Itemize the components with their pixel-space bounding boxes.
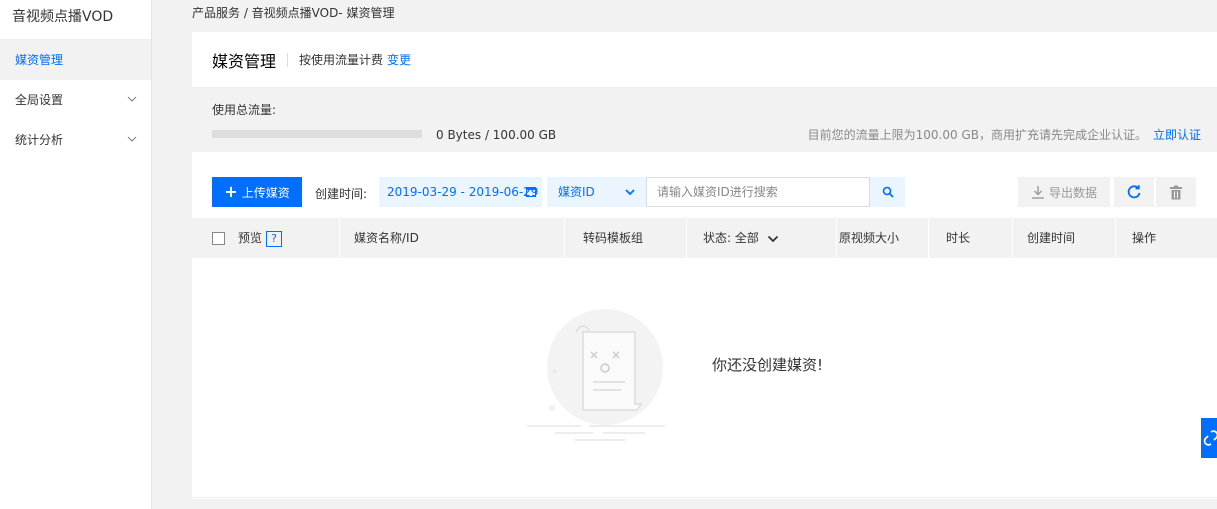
billing-change-link[interactable]: 变更 bbox=[387, 51, 411, 68]
date-filter-label: 创建时间: bbox=[315, 187, 368, 201]
usage-section: 使用总流量: 0 Bytes / 100.00 GB 目前您的流量上限为100.… bbox=[192, 88, 1217, 152]
column-status-filter[interactable]: 状态: 全部 bbox=[687, 218, 837, 258]
trash-icon bbox=[1170, 185, 1182, 199]
divider bbox=[192, 497, 1217, 498]
chevron-down-icon bbox=[127, 96, 137, 102]
column-preview-label: 预览? bbox=[238, 218, 283, 258]
usage-label: 使用总流量: bbox=[212, 103, 277, 117]
search-field-select[interactable]: 媒资ID bbox=[547, 177, 646, 207]
search-icon bbox=[882, 186, 894, 198]
sidebar-item-statistics[interactable]: 统计分析 bbox=[0, 120, 151, 160]
svg-text:+: + bbox=[551, 367, 558, 376]
search-button[interactable] bbox=[870, 177, 905, 207]
column-size: 原视频大小 bbox=[837, 218, 929, 258]
sidebar-item-media-management[interactable]: 媒资管理 bbox=[0, 40, 151, 80]
column-preview: 预览? bbox=[192, 218, 340, 258]
export-data-label: 导出数据 bbox=[1048, 185, 1097, 200]
toolbar: + 上传媒资 创建时间: 2019-03-29 - 2019-06-29 媒资I… bbox=[192, 177, 1217, 207]
table-header: 预览? 媒资名称/ID 转码模板组 状态: 全部 原视频大小 时长 创建时间 操… bbox=[192, 218, 1217, 258]
column-duration: 时长 bbox=[929, 218, 1013, 258]
plus-icon: + bbox=[224, 182, 238, 201]
download-icon bbox=[1031, 186, 1044, 199]
delete-button[interactable] bbox=[1156, 177, 1196, 207]
page-title: 媒资管理 bbox=[212, 51, 277, 71]
usage-tip: 目前您的流量上限为100.00 GB，商用扩充请先完成企业认证。 立即认证 bbox=[808, 126, 1201, 143]
main-panel: 媒资管理 按使用流量计费 变更 使用总流量: 0 Bytes / 100.00 … bbox=[192, 32, 1217, 499]
date-range-picker[interactable]: 2019-03-29 - 2019-06-29 bbox=[379, 177, 542, 207]
refresh-icon bbox=[1127, 185, 1141, 199]
panel-header: 媒资管理 按使用流量计费 变更 bbox=[192, 32, 1217, 88]
column-created: 创建时间 bbox=[1013, 218, 1116, 258]
refresh-button[interactable] bbox=[1114, 177, 1154, 207]
upload-media-label: 上传媒资 bbox=[241, 185, 290, 200]
billing-note: 按使用流量计费 bbox=[299, 53, 384, 67]
floating-link-button[interactable] bbox=[1201, 418, 1217, 458]
search-field-value: 媒资ID bbox=[558, 185, 595, 199]
usage-progress-bar bbox=[212, 130, 422, 138]
export-data-button[interactable]: 导出数据 bbox=[1018, 177, 1110, 207]
empty-state-text: 你还没创建媒资! bbox=[712, 356, 824, 374]
sidebar-item-label: 统计分析 bbox=[15, 133, 64, 147]
preview-label: 预览 bbox=[238, 231, 263, 245]
chevron-down-icon bbox=[127, 136, 137, 142]
chevron-down-icon bbox=[625, 189, 635, 196]
sidebar-title: 音视频点播VOD bbox=[0, 0, 151, 40]
link-icon bbox=[1203, 430, 1217, 446]
calendar-icon bbox=[526, 187, 536, 197]
sidebar-item-global-settings[interactable]: 全局设置 bbox=[0, 80, 151, 120]
help-icon[interactable]: ? bbox=[266, 230, 283, 247]
empty-state-illustration: + bbox=[527, 309, 665, 441]
column-name: 媒资名称/ID bbox=[340, 218, 565, 258]
status-filter-label: 状态: 全部 bbox=[703, 231, 759, 245]
column-actions: 操作 bbox=[1132, 231, 1157, 245]
sidebar-item-label: 媒资管理 bbox=[15, 53, 64, 67]
divider bbox=[287, 52, 289, 67]
chevron-down-icon bbox=[767, 235, 778, 242]
usage-tip-text: 目前您的流量上限为100.00 GB，商用扩充请先完成企业认证。 bbox=[807, 128, 1147, 142]
upload-media-button[interactable]: + 上传媒资 bbox=[212, 177, 302, 207]
select-all-checkbox[interactable] bbox=[212, 232, 225, 245]
breadcrumb: 产品服务 / 音视频点播VOD- 媒资管理 bbox=[192, 6, 395, 20]
search-input[interactable] bbox=[646, 177, 870, 207]
usage-value: 0 Bytes / 100.00 GB bbox=[436, 128, 557, 142]
column-template: 转码模板组 bbox=[565, 218, 687, 258]
sidebar-item-label: 全局设置 bbox=[15, 93, 64, 107]
sidebar: 音视频点播VOD 媒资管理 全局设置 统计分析 bbox=[0, 0, 152, 509]
date-range-value: 2019-03-29 - 2019-06-29 bbox=[387, 185, 539, 199]
verify-now-link[interactable]: 立即认证 bbox=[1153, 128, 1201, 142]
